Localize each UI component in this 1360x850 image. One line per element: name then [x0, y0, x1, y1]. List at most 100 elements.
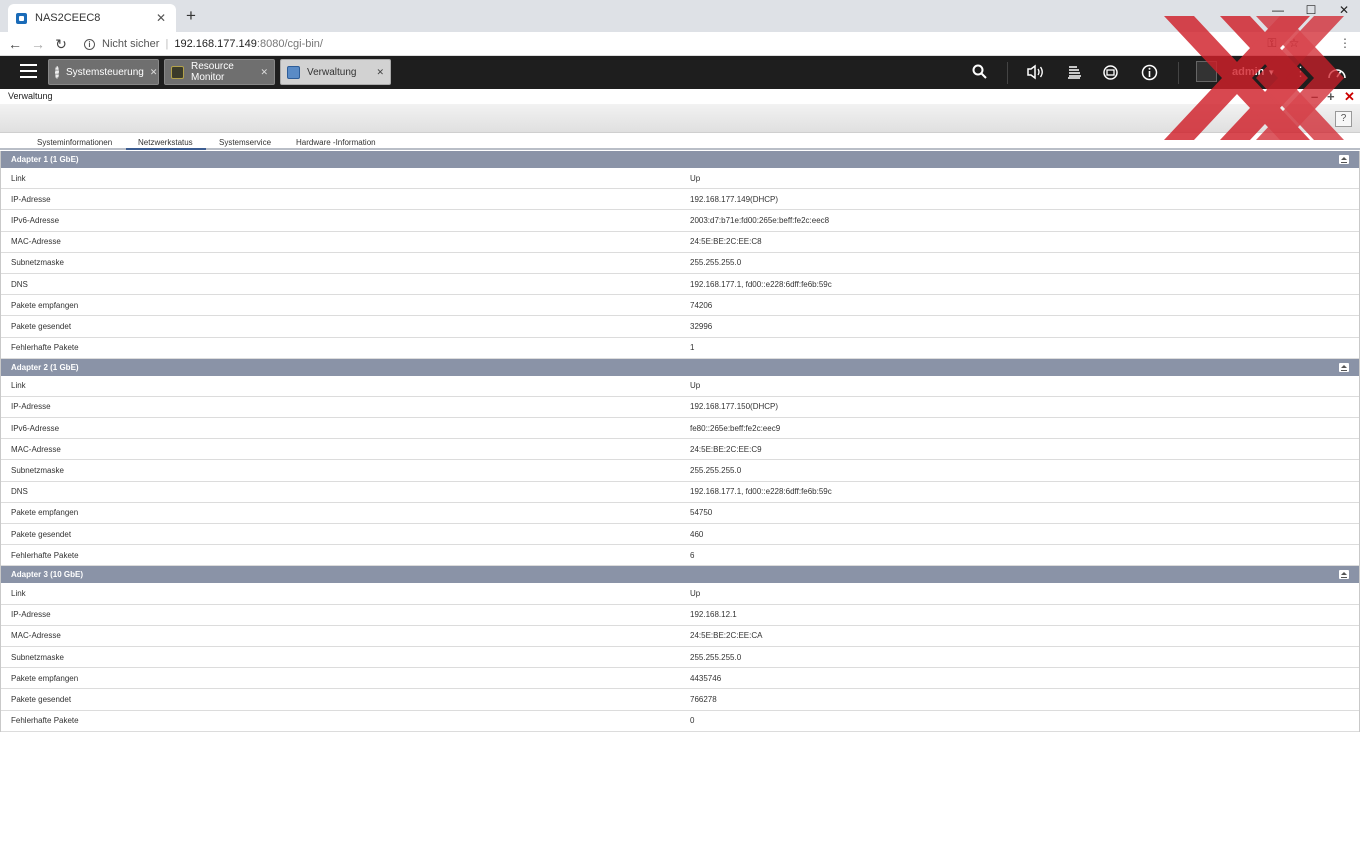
tasks-icon[interactable]	[1065, 64, 1082, 81]
adapter-title: Adapter 1 (1 GbE)	[11, 155, 79, 164]
adapter-header[interactable]: Adapter 3 (10 GbE)	[1, 566, 1359, 584]
bookmark-star-icon[interactable]: ☆	[1286, 36, 1302, 50]
security-label: Nicht sicher	[102, 38, 160, 50]
reload-icon[interactable]: ↻	[52, 35, 70, 53]
row-label: IPv6-Adresse	[11, 423, 60, 433]
table-row: DNS 192.168.177.1, fd00::e228:6dff:fe6b:5…	[1, 481, 1359, 503]
app-tab-verwaltung[interactable]: Verwaltung ✕	[280, 59, 391, 85]
network-status-panel: Adapter 1 (1 GbE) Link Up IP-Adresse 192.168…	[0, 151, 1360, 732]
sync-icon[interactable]	[1102, 64, 1119, 81]
window-toolbar: ?	[0, 104, 1360, 133]
row-label: Fehlerhafte Pakete	[11, 343, 79, 353]
window-titlebar: Verwaltung – + ✕	[0, 89, 1360, 104]
row-value: 460	[690, 529, 704, 539]
table-row: Link Up	[1, 375, 1359, 397]
row-value: 255.255.255.0	[690, 258, 742, 268]
table-row: IP-Adresse 192.168.12.1	[1, 604, 1359, 626]
table-row: IP-Adresse 192.168.177.150(DHCP)	[1, 396, 1359, 419]
url-separator: |	[165, 38, 169, 50]
row-value: 24:5E:BE:2C:EE:C9	[690, 444, 762, 454]
collapse-icon[interactable]	[1339, 155, 1349, 164]
info-icon[interactable]: i	[84, 38, 95, 50]
table-row: Link Up	[1, 583, 1359, 605]
browser-menu-icon[interactable]: ⋮	[1337, 36, 1353, 50]
table-row: IPv6-Adresse 2003:d7:b71e:fd00:265e:beff:…	[1, 210, 1359, 232]
tab-netzwerkstatus[interactable]: Netzwerkstatus	[126, 138, 206, 150]
close-icon[interactable]: ✕	[376, 67, 384, 78]
app-tab-label: Systemsteuerung	[66, 66, 144, 78]
table-row: MAC-Adresse 24:5E:BE:2C:EE:CA	[1, 625, 1359, 647]
info-circle-icon[interactable]	[1141, 64, 1158, 81]
tab-systeminformationen[interactable]: Systeminformationen	[37, 138, 112, 147]
row-value: 32996	[690, 321, 713, 331]
close-tab-icon[interactable]: ✕	[154, 11, 168, 25]
table-row: Pakete empfangen 74206	[1, 295, 1359, 317]
row-label: MAC-Adresse	[11, 631, 61, 641]
new-tab-button[interactable]: +	[182, 7, 200, 25]
adapter-section: Adapter 3 (10 GbE) Link Up IP-Adresse 192.16…	[0, 566, 1360, 732]
row-label: MAC-Adresse	[11, 237, 61, 247]
tab-hardware-information[interactable]: Hardware -Information	[296, 138, 376, 147]
main-menu-icon[interactable]	[20, 64, 37, 78]
close-window-button[interactable]: ✕	[1332, 3, 1356, 19]
row-label: Pakete gesendet	[11, 529, 72, 539]
adapter-header[interactable]: Adapter 2 (1 GbE)	[1, 358, 1359, 376]
row-label: Link	[11, 381, 26, 391]
table-row: MAC-Adresse 24:5E:BE:2C:EE:C9	[1, 439, 1359, 461]
divider	[1178, 62, 1179, 84]
table-row: Fehlerhafte Pakete 0	[1, 710, 1359, 732]
window-title: Verwaltung	[8, 91, 53, 101]
forward-icon[interactable]: →	[29, 35, 47, 53]
row-value: 1	[690, 343, 695, 353]
key-icon[interactable]: ⚿	[1264, 36, 1280, 51]
sub-tabs: Systeminformationen Netzwerkstatus Syste…	[0, 134, 1360, 150]
row-label: DNS	[11, 279, 28, 289]
adapter-header[interactable]: Adapter 1 (1 GbE)	[1, 151, 1359, 168]
close-icon[interactable]: ✕	[1344, 89, 1355, 104]
row-value: 255.255.255.0	[690, 466, 742, 476]
close-icon[interactable]: ✕	[150, 67, 158, 78]
row-value: 766278	[690, 694, 717, 704]
row-value: 255.255.255.0	[690, 652, 742, 662]
app-tab-systemsteuerung[interactable]: Systemsteuerung ✕	[48, 59, 159, 85]
minimize-icon[interactable]: –	[1311, 89, 1318, 104]
url-host: 192.168.177.149	[174, 38, 257, 50]
table-row: Fehlerhafte Pakete 6	[1, 545, 1359, 567]
tab-systemservice[interactable]: Systemservice	[219, 138, 271, 147]
more-options-icon[interactable]: ⋮	[1294, 64, 1307, 80]
qnap-favicon-icon	[16, 12, 27, 24]
caret-down-icon: ▼	[1267, 68, 1276, 77]
browser-tabstrip: NAS2CEEC8 ✕ + — ☐ ✕	[0, 0, 1360, 32]
app-tab-label: Verwaltung	[307, 66, 357, 78]
dashboard-gauge-icon[interactable]	[1327, 64, 1347, 81]
avatar[interactable]	[1196, 61, 1217, 82]
row-value: 6	[690, 550, 695, 560]
maximize-window-button[interactable]: ☐	[1299, 3, 1323, 19]
row-value: Up	[690, 588, 701, 598]
maximize-icon[interactable]: +	[1327, 89, 1335, 104]
url-field[interactable]: i Nicht sicher | 192.168.177.149 :8080/c…	[78, 34, 1278, 54]
browser-tab[interactable]: NAS2CEEC8 ✕	[8, 4, 176, 32]
collapse-icon[interactable]	[1339, 362, 1349, 372]
row-value: 192.168.177.1, fd00::e228:6dff:fe6b:59c	[690, 487, 832, 497]
help-button[interactable]: ?	[1335, 111, 1352, 127]
table-row: IPv6-Adresse fe80::265e:beff:fe2c:eec9	[1, 418, 1359, 440]
row-label: IP-Adresse	[11, 194, 51, 204]
divider	[1007, 62, 1008, 84]
search-icon[interactable]	[971, 64, 988, 81]
close-icon[interactable]: ✕	[260, 67, 268, 78]
admin-window-icon	[287, 65, 300, 79]
row-value: 24:5E:BE:2C:EE:CA	[690, 631, 763, 641]
user-menu[interactable]: admin ▼	[1232, 66, 1275, 78]
speaker-icon[interactable]	[1026, 64, 1043, 81]
row-label: Subnetzmaske	[11, 466, 64, 476]
collapse-icon[interactable]	[1339, 570, 1349, 580]
browser-tab-title: NAS2CEEC8	[35, 12, 101, 24]
row-label: Fehlerhafte Pakete	[11, 550, 79, 560]
app-tab-label: Resource Monitor	[191, 61, 234, 83]
app-tab-resource-monitor[interactable]: Resource Monitor ✕	[164, 59, 275, 85]
back-icon[interactable]: ←	[6, 35, 24, 53]
row-label: Subnetzmaske	[11, 258, 64, 268]
user-name: admin	[1232, 66, 1265, 78]
minimize-window-button[interactable]: —	[1266, 3, 1290, 19]
